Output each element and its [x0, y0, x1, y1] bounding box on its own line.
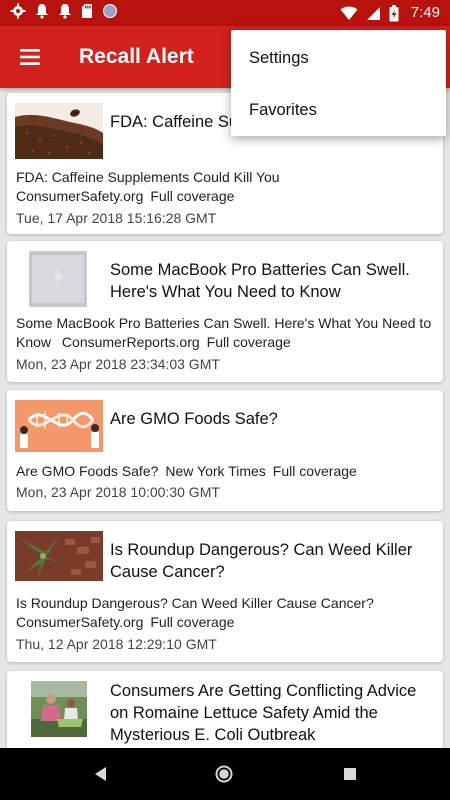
card-source: ConsumerSafety.org [16, 614, 144, 630]
card-date: Tue, 17 Apr 2018 15:16:28 GMT [16, 210, 217, 226]
circle-icon [103, 4, 117, 18]
menu-item-label: Favorites [249, 101, 317, 119]
card-title[interactable]: Some MacBook Pro Batteries Can Swell. He… [110, 259, 433, 303]
back-icon[interactable] [91, 764, 111, 784]
full-coverage-link[interactable]: Full coverage [150, 188, 234, 204]
menu-item-favorites[interactable]: Favorites [231, 84, 446, 136]
battery-charging-icon [389, 4, 399, 21]
card-meta: Is Roundup Dangerous? Can Weed Killer Ca… [16, 594, 433, 632]
news-feed[interactable]: FDA: Caffeine Su FDA: Caffeine Supplemen… [0, 88, 450, 748]
home-icon[interactable] [214, 764, 234, 784]
recents-icon[interactable] [340, 764, 360, 784]
notification-icon [36, 4, 48, 19]
menu-item-settings[interactable]: Settings [231, 32, 446, 84]
news-card[interactable]: Some MacBook Pro Batteries Can Swell. He… [7, 241, 443, 382]
card-meta: Are GMO Foods Safe? New York Times Full co… [16, 462, 433, 481]
card-title[interactable]: Consumers Are Getting Conflicting Advice… [110, 680, 433, 746]
app-title: Recall Alert [79, 45, 194, 68]
dna-illustration-image [15, 400, 103, 452]
sd-card-icon [82, 4, 92, 18]
card-source: ConsumerReports.org [61, 334, 200, 350]
weed-plant-image [15, 531, 103, 581]
card-meta: Some MacBook Pro Batteries Can Swell. He… [16, 314, 433, 352]
coffee-powder-image [15, 103, 103, 159]
news-card[interactable]: Are GMO Foods Safe? Are GMO Foods Safe? N… [7, 390, 443, 511]
full-coverage-link[interactable]: Full coverage [207, 334, 291, 350]
full-coverage-link[interactable]: Full coverage [150, 614, 234, 630]
card-title[interactable]: Are GMO Foods Safe? [110, 408, 433, 430]
hamburger-menu-icon[interactable] [18, 45, 42, 69]
status-clock: 7:49 [410, 4, 440, 21]
card-title[interactable]: Is Roundup Dangerous? Can Weed Killer Ca… [110, 539, 433, 583]
card-source: ConsumerSafety.org [16, 188, 144, 204]
wifi-icon [340, 6, 358, 20]
status-bar: 7:49 [0, 0, 450, 26]
card-description: Are GMO Foods Safe? [16, 463, 159, 479]
full-coverage-link[interactable]: Full coverage [273, 463, 357, 479]
farm-workers-image [31, 681, 87, 737]
news-card[interactable]: Is Roundup Dangerous? Can Weed Killer Ca… [7, 521, 443, 662]
card-date: Mon, 23 Apr 2018 23:34:03 GMT [16, 356, 220, 372]
card-source: New York Times [165, 463, 266, 479]
news-card[interactable]: Consumers Are Getting Conflicting Advice… [7, 671, 443, 748]
signal-icon [366, 6, 380, 20]
card-description: FDA: Caffeine Supplements Could Kill You [16, 169, 280, 185]
overflow-menu: Settings Favorites [231, 30, 446, 136]
card-date: Thu, 12 Apr 2018 12:29:10 GMT [16, 636, 217, 652]
gear-icon [10, 3, 26, 19]
laptop-image [29, 251, 87, 307]
navigation-bar [0, 748, 450, 800]
card-description: Is Roundup Dangerous? Can Weed Killer Ca… [16, 595, 374, 611]
menu-item-label: Settings [249, 49, 309, 67]
card-meta: FDA: Caffeine Supplements Could Kill You… [16, 168, 433, 206]
card-date: Mon, 23 Apr 2018 10:00:30 GMT [16, 484, 220, 500]
notification-icon [59, 4, 71, 19]
